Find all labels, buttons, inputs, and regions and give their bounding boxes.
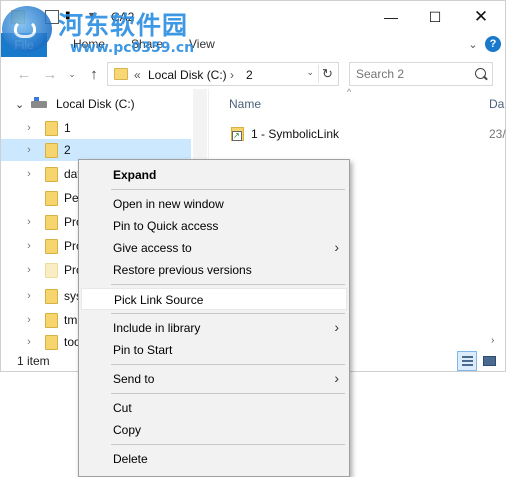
submenu-arrow-icon: › bbox=[334, 319, 339, 335]
close-button[interactable]: ✕ bbox=[461, 1, 501, 33]
menu-item-restore-versions[interactable]: Restore previous versions bbox=[81, 259, 347, 281]
file-name: 1 - SymbolicLink bbox=[251, 127, 340, 141]
details-view-icon bbox=[462, 356, 473, 366]
menu-separator bbox=[111, 313, 345, 314]
menu-item-open-new-window[interactable]: Open in new window bbox=[81, 193, 347, 215]
chevron-right-icon[interactable]: › bbox=[23, 240, 35, 252]
drive-icon bbox=[31, 97, 47, 108]
folder-icon bbox=[45, 167, 58, 182]
minimize-button[interactable]: — bbox=[371, 1, 411, 33]
menu-item-give-access[interactable]: Give access to › bbox=[81, 237, 347, 259]
menu-item-pin-start[interactable]: Pin to Start bbox=[81, 339, 347, 361]
menu-label: Send to bbox=[113, 372, 155, 386]
submenu-arrow-icon: › bbox=[334, 370, 339, 386]
large-icons-view-icon bbox=[483, 356, 496, 366]
menu-label: Cut bbox=[113, 401, 132, 415]
menu-item-delete[interactable]: Delete bbox=[81, 448, 347, 470]
tree-label: 1 bbox=[64, 121, 71, 135]
recent-locations-icon[interactable]: ⌄ bbox=[63, 64, 81, 84]
status-item-count: 1 item bbox=[17, 354, 50, 368]
search-input[interactable] bbox=[356, 66, 466, 82]
menu-label: Expand bbox=[113, 168, 157, 182]
file-row[interactable]: 1 - SymbolicLink 23/ bbox=[223, 123, 506, 145]
folder-icon bbox=[45, 191, 58, 206]
chevron-right-icon[interactable]: › bbox=[23, 264, 35, 276]
chevron-right-icon[interactable]: › bbox=[23, 168, 35, 180]
up-arrow-icon[interactable]: ↑ bbox=[85, 64, 103, 84]
menu-item-copy[interactable]: Copy bbox=[81, 419, 347, 441]
folder-icon bbox=[45, 313, 58, 328]
chevron-right-icon[interactable]: › bbox=[23, 290, 35, 302]
menu-label: Give access to bbox=[113, 241, 192, 255]
menu-separator bbox=[111, 364, 345, 365]
menu-item-expand[interactable]: Expand bbox=[81, 164, 347, 186]
forward-arrow-icon[interactable]: → bbox=[41, 64, 59, 84]
breadcrumb-folder-2[interactable]: 2 bbox=[246, 68, 253, 82]
tree-label: tm bbox=[64, 313, 78, 327]
chevron-right-icon[interactable]: › bbox=[23, 122, 35, 134]
address-overflow[interactable]: « bbox=[134, 68, 141, 82]
scroll-right-icon[interactable]: › bbox=[491, 335, 494, 346]
help-icon[interactable]: ? bbox=[485, 36, 501, 52]
menu-separator bbox=[111, 189, 345, 190]
chevron-down-icon[interactable]: ⌄ bbox=[15, 98, 24, 111]
tree-root-label: Local Disk (C:) bbox=[56, 97, 135, 111]
details-view-button[interactable] bbox=[457, 351, 477, 371]
maximize-button[interactable]: ☐ bbox=[415, 1, 455, 33]
context-menu: Expand Open in new window Pin to Quick a… bbox=[78, 159, 350, 477]
breadcrumb-separator[interactable]: › bbox=[230, 68, 234, 82]
menu-label: Restore previous versions bbox=[113, 263, 252, 277]
column-header-name[interactable]: Name bbox=[229, 97, 261, 111]
menu-item-send-to[interactable]: Send to › bbox=[81, 368, 347, 390]
menu-item-include-library[interactable]: Include in library › bbox=[81, 317, 347, 339]
folder-icon bbox=[114, 68, 128, 80]
back-arrow-icon[interactable]: ← bbox=[15, 64, 33, 84]
chevron-right-icon[interactable]: › bbox=[23, 144, 35, 156]
menu-label: Copy bbox=[113, 423, 142, 437]
chevron-right-icon[interactable]: › bbox=[23, 314, 35, 326]
submenu-arrow-icon: › bbox=[334, 239, 339, 255]
menu-label: Pick Link Source bbox=[114, 293, 204, 307]
menu-separator bbox=[111, 444, 345, 445]
menu-separator bbox=[111, 393, 345, 394]
file-date: 23/ bbox=[489, 127, 506, 141]
watermark-text: 河东软件园 bbox=[58, 11, 189, 40]
address-bar[interactable]: « Local Disk (C:) › 2 ⌄ ↻ bbox=[107, 62, 339, 86]
tree-item-2[interactable]: › 2 bbox=[1, 139, 191, 161]
large-icons-view-button[interactable] bbox=[479, 351, 499, 371]
menu-label: Pin to Start bbox=[113, 343, 173, 357]
sort-ascending-icon: ^ bbox=[347, 87, 352, 97]
folder-icon bbox=[45, 239, 58, 254]
menu-label: Delete bbox=[113, 452, 148, 466]
folder-icon bbox=[45, 215, 58, 230]
menu-label: Include in library bbox=[113, 321, 201, 335]
navigation-bar: ← → ⌄ ↑ « Local Disk (C:) › 2 ⌄ ↻ bbox=[1, 59, 505, 89]
menu-item-pick-link-source[interactable]: Pick Link Source bbox=[81, 288, 347, 310]
chevron-right-icon[interactable]: › bbox=[23, 216, 35, 228]
menu-item-cut[interactable]: Cut bbox=[81, 397, 347, 419]
folder-icon bbox=[45, 335, 58, 350]
folder-icon bbox=[45, 263, 58, 278]
menu-item-pin-quick-access[interactable]: Pin to Quick access bbox=[81, 215, 347, 237]
address-dropdown-icon[interactable]: ⌄ bbox=[306, 67, 314, 78]
tree-label: 2 bbox=[64, 143, 71, 157]
chevron-down-icon[interactable]: ⌄ bbox=[465, 36, 481, 52]
tree-item-1[interactable]: › 1 bbox=[1, 117, 191, 139]
menu-label: Pin to Quick access bbox=[113, 219, 219, 233]
refresh-icon[interactable]: ↻ bbox=[318, 65, 336, 83]
breadcrumb-local-disk[interactable]: Local Disk (C:) bbox=[148, 68, 227, 82]
folder-icon bbox=[45, 121, 58, 136]
symbolic-link-folder-icon bbox=[231, 127, 244, 141]
folder-icon bbox=[45, 289, 58, 304]
folder-icon bbox=[45, 143, 58, 158]
tree-root-local-disk[interactable]: ⌄ Local Disk (C:) bbox=[1, 93, 191, 115]
menu-label: Open in new window bbox=[113, 197, 224, 211]
watermark-url: www.pc0359.cn bbox=[70, 40, 195, 56]
watermark-logo bbox=[2, 6, 52, 52]
chevron-right-icon[interactable]: › bbox=[23, 336, 35, 348]
column-header-date[interactable]: Da bbox=[489, 97, 504, 111]
menu-separator bbox=[111, 284, 345, 285]
search-box[interactable] bbox=[349, 62, 493, 86]
search-icon bbox=[475, 68, 486, 79]
